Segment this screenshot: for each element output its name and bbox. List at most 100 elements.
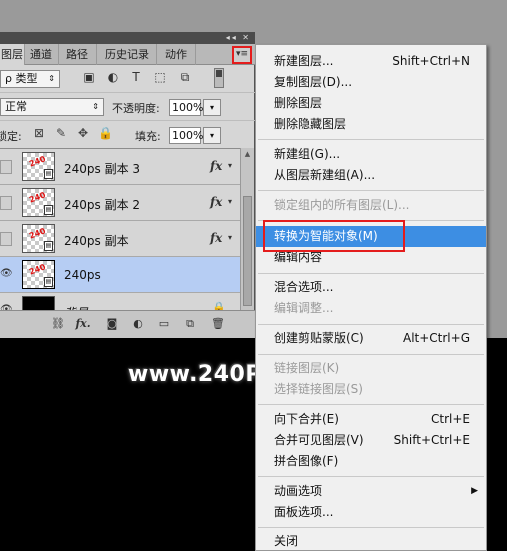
menu-item-edit-adjustment[interactable]: 编辑调整... [256,298,486,319]
opacity-dropdown[interactable]: ▾ [203,99,221,116]
menu-item-select-linked-layers[interactable]: 选择链接图层(S) [256,379,486,400]
filter-type-select[interactable]: ρ 类型 ⇕ [0,70,60,88]
lock-transparent-icon[interactable]: ⊠ [32,126,46,140]
menu-item-panel-options[interactable]: 面板选项... [256,502,486,523]
blend-row: 正常 ⇕ 不透明度: 100% ▾ [0,92,255,120]
menu-separator [258,273,484,274]
menu-separator [258,139,484,140]
scrollbar-thumb[interactable] [243,196,252,306]
opacity-label: 不透明度: [112,102,160,115]
filter-toggle[interactable] [214,68,224,88]
smart-object-badge-icon: ▤ [44,241,53,251]
visibility-toggle[interactable] [0,232,12,246]
layer-thumbnail: 240 ▤ [22,188,55,217]
menu-separator [258,404,484,405]
menu-item-blending-options[interactable]: 混合选项... [256,277,486,298]
tab-paths[interactable]: 路径 [62,44,97,65]
layers-list: 240 ▤ 240ps 副本 3 fx ▾ 240 ▤ 240ps 副本 2 fx … [0,148,240,334]
fx-icon[interactable]: fx [210,159,222,173]
type-filter-icon[interactable]: T [129,70,143,84]
chevron-down-icon[interactable]: ▾ [228,233,232,242]
layers-panel: ◂◂ ✕ 图层 通道 路径 历史记录 动作 ▾≡ ρ 类型 ⇕ ▣ ◐ T ⬚ … [0,32,255,338]
layer-row[interactable]: 240 ▤ 240ps 副本 fx ▾ [0,221,240,257]
layer-row[interactable]: 240 ▤ 240ps 副本 2 fx ▾ [0,185,240,221]
adjustment-icon[interactable]: ◐ [130,317,146,331]
menu-item-new-group-from-layers[interactable]: 从图层新建组(A)... [256,165,486,186]
lock-move-icon[interactable]: ✥ [76,126,90,140]
panel-title-bar[interactable]: ◂◂ ✕ [0,32,255,44]
eye-icon[interactable]: 👁 [0,268,13,282]
menu-item-animation-options[interactable]: 动画选项 ▶ [256,481,486,502]
fx-icon[interactable]: fx [210,231,222,245]
submenu-arrow-icon: ▶ [471,486,478,496]
layer-name[interactable]: 240ps 副本 [64,232,129,249]
smart-object-badge-icon: ▤ [44,169,53,179]
menu-item-merge-down[interactable]: 向下合并(E) Ctrl+E [256,409,486,430]
tab-channels[interactable]: 通道 [26,44,59,65]
shape-filter-icon[interactable]: ⬚ [153,70,167,84]
menu-item-merge-visible[interactable]: 合并可见图层(V) Shift+Ctrl+E [256,430,486,451]
layer-name[interactable]: 240ps 副本 3 [64,160,140,177]
search-icon: ρ [5,72,12,85]
menu-separator [258,476,484,477]
menu-item-delete-hidden-layers[interactable]: 删除隐藏图层 [256,114,486,135]
filter-type-label: 类型 [15,72,38,85]
fx-icon[interactable]: fx. [75,317,91,331]
visibility-toggle[interactable] [0,160,12,174]
layer-row[interactable]: 240 ▤ 240ps 副本 3 fx ▾ [0,149,240,185]
menu-item-duplicate-layer[interactable]: 复制图层(D)... [256,72,486,93]
lock-paint-icon[interactable]: ✎ [54,126,68,140]
menu-item-close[interactable]: 关闭 [256,531,486,551]
lock-all-icon[interactable]: 🔒 [98,126,113,140]
menu-item-new-layer[interactable]: 新建图层... Shift+Ctrl+N [256,51,486,72]
panel-bottom-bar: ⛓ fx. ◙ ◐ ▭ ⧉ 🗑 [0,310,255,338]
tab-history[interactable]: 历史记录 [101,44,157,65]
layers-scrollbar[interactable]: ▲ ▼ [240,148,254,334]
menu-item-delete-layer[interactable]: 删除图层 [256,93,486,114]
layer-row-selected[interactable]: 👁 240 ▤ 240ps [0,257,240,293]
tab-layers[interactable]: 图层 [0,44,25,65]
visibility-toggle[interactable] [0,196,12,210]
collapse-icon[interactable]: ◂◂ ✕ [226,32,251,44]
link-icon[interactable]: ⛓ [50,317,66,331]
fill-dropdown[interactable]: ▾ [203,127,221,144]
panel-menu-button[interactable]: ▾≡ [232,46,252,64]
chevron-down-icon[interactable]: ▾ [228,197,232,206]
menu-item-convert-to-smart-object[interactable]: 转换为智能对象(M) [256,226,486,247]
mask-icon[interactable]: ◙ [104,317,120,331]
scroll-up-icon[interactable]: ▲ [241,148,254,160]
fill-input[interactable]: 100% [169,127,203,144]
fx-icon[interactable]: fx [210,195,222,209]
new-layer-icon[interactable]: ⧉ [182,317,198,331]
layer-thumbnail: 240 ▤ [22,260,55,289]
opacity-input[interactable]: 100% [169,99,203,116]
layer-name[interactable]: 240ps [64,268,101,282]
menu-separator [258,324,484,325]
chevron-down-icon[interactable]: ▾ [228,161,232,170]
chevron-down-icon: ⇕ [48,74,55,83]
layer-name[interactable]: 240ps 副本 2 [64,196,140,213]
panel-menu-icon: ▾≡ [235,49,249,59]
adjustment-filter-icon[interactable]: ◐ [106,70,120,84]
fill-label: 填充: [135,130,161,143]
tab-actions[interactable]: 动作 [161,44,196,65]
lock-label: 锁定: [0,130,22,143]
menu-item-link-layers[interactable]: 链接图层(K) [256,358,486,379]
menu-item-create-clipping-mask[interactable]: 创建剪贴蒙版(C) Alt+Ctrl+G [256,328,486,349]
blend-mode-select[interactable]: 正常 ⇕ [0,98,104,116]
menu-separator [258,190,484,191]
menu-item-flatten-image[interactable]: 拼合图像(F) [256,451,486,472]
menu-item-edit-contents[interactable]: 编辑内容 [256,247,486,268]
menu-item-new-group[interactable]: 新建组(G)... [256,144,486,165]
layers-panel-context-menu: 新建图层... Shift+Ctrl+N 复制图层(D)... 删除图层 删除隐藏… [255,44,487,551]
image-filter-icon[interactable]: ▣ [82,70,96,84]
menu-separator [258,354,484,355]
group-icon[interactable]: ▭ [156,317,172,331]
smart-object-filter-icon[interactable]: ⧉ [178,70,192,84]
chevron-down-icon: ⇕ [92,102,99,111]
smart-object-badge-icon: ▤ [44,277,53,287]
trash-icon[interactable]: 🗑 [210,317,226,331]
layer-thumbnail: 240 ▤ [22,152,55,181]
menu-item-lock-all-layers-in-group[interactable]: 锁定组内的所有图层(L)... [256,195,486,216]
workspace-strip [205,0,265,32]
